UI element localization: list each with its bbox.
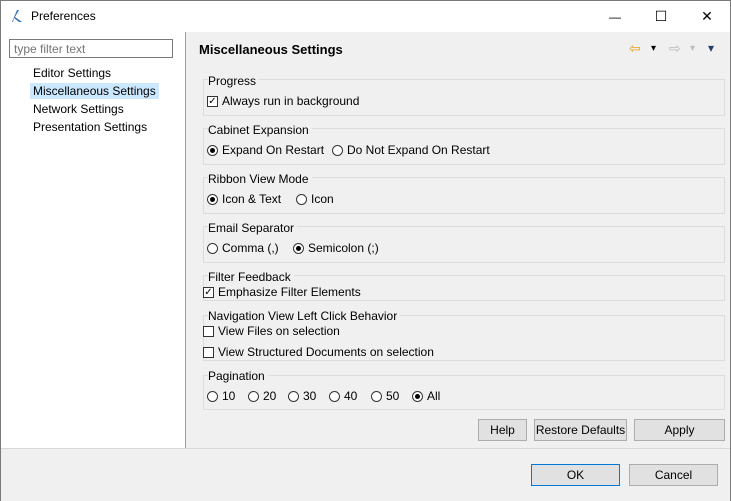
ok-button[interactable]: OK <box>531 464 620 486</box>
settings-content: Progress ✓ Always run in background Cabi… <box>186 65 730 448</box>
checkbox-icon <box>203 346 214 358</box>
radio-icon <box>329 390 340 402</box>
cabinet-expansion-label: Cabinet Expansion <box>208 123 312 137</box>
radio-icon <box>288 390 299 402</box>
comma-radio[interactable]: Comma (,) <box>207 241 279 255</box>
pagination-40-label: 40 <box>344 389 358 403</box>
forward-icon[interactable]: ⇨ <box>669 40 681 57</box>
radio-icon <box>332 144 343 156</box>
apply-button[interactable]: Apply <box>634 419 725 441</box>
pagination-10-label: 10 <box>222 389 236 403</box>
pagination-30-label: 30 <box>303 389 317 403</box>
pagination-group <box>203 375 725 410</box>
tree-item-editor-settings[interactable]: Editor Settings <box>30 65 114 81</box>
view-structured-docs-checkbox[interactable]: View Structured Documents on selection <box>203 345 434 359</box>
forward-dropdown-icon[interactable]: ▾ <box>690 43 695 54</box>
radio-icon <box>296 193 307 205</box>
view-files-label: View Files on selection <box>218 324 340 338</box>
maximize-button[interactable]: ☐ <box>638 1 684 32</box>
title-bar: Preferences — ☐ ✕ <box>1 1 730 32</box>
back-dropdown-icon[interactable]: ▾ <box>651 43 656 54</box>
pagination-50-label: 50 <box>386 389 400 403</box>
radio-icon <box>371 390 382 402</box>
cancel-button[interactable]: Cancel <box>629 464 718 486</box>
minimize-button[interactable]: — <box>592 1 638 32</box>
check-icon: ✓ <box>203 286 214 298</box>
tree-item-network-settings[interactable]: Network Settings <box>30 101 127 117</box>
view-structured-docs-label: View Structured Documents on selection <box>218 345 434 359</box>
window-title: Preferences <box>31 9 96 23</box>
radio-selected-icon <box>207 144 218 156</box>
view-menu-icon[interactable]: ▾ <box>708 41 714 55</box>
pagination-all-radio[interactable]: All <box>412 389 440 403</box>
check-icon: ✓ <box>207 95 218 107</box>
radio-icon <box>207 390 218 402</box>
radio-selected-icon <box>207 193 218 205</box>
tree-item-presentation-settings[interactable]: Presentation Settings <box>30 119 150 135</box>
maximize-icon: ☐ <box>654 8 668 24</box>
pagination-10-radio[interactable]: 10 <box>207 389 235 403</box>
filter-input[interactable] <box>9 39 173 58</box>
radio-selected-icon <box>412 390 423 402</box>
dialog-button-bar: OK Cancel <box>1 448 730 501</box>
app-icon <box>12 10 22 22</box>
view-files-checkbox[interactable]: View Files on selection <box>203 324 340 338</box>
radio-selected-icon <box>293 242 304 254</box>
expand-on-restart-radio[interactable]: Expand On Restart <box>207 143 324 157</box>
help-button[interactable]: Help <box>478 419 527 441</box>
radio-icon <box>248 390 259 402</box>
icon-and-text-radio[interactable]: Icon & Text <box>207 192 281 206</box>
do-not-expand-radio[interactable]: Do Not Expand On Restart <box>332 143 490 157</box>
always-run-background-checkbox[interactable]: ✓ Always run in background <box>207 94 359 108</box>
close-button[interactable]: ✕ <box>684 1 730 32</box>
minimize-icon: — <box>609 9 621 24</box>
navigation-view-label: Navigation View Left Click Behavior <box>208 309 401 323</box>
email-separator-label: Email Separator <box>208 221 298 235</box>
pagination-all-label: All <box>427 389 441 403</box>
icon-and-text-label: Icon & Text <box>222 192 282 206</box>
filter-feedback-label: Filter Feedback <box>208 270 294 284</box>
semicolon-label: Semicolon (;) <box>308 241 379 255</box>
emphasize-filter-checkbox[interactable]: ✓ Emphasize Filter Elements <box>203 285 361 299</box>
icon-only-label: Icon <box>311 192 334 206</box>
emphasize-filter-label: Emphasize Filter Elements <box>218 285 361 299</box>
tree-item-miscellaneous-settings[interactable]: Miscellaneous Settings <box>30 83 159 99</box>
do-not-expand-label: Do Not Expand On Restart <box>347 143 490 157</box>
ribbon-view-mode-label: Ribbon View Mode <box>208 172 312 186</box>
pagination-30-radio[interactable]: 30 <box>288 389 316 403</box>
page-title: Miscellaneous Settings <box>199 42 343 57</box>
page-header: Miscellaneous Settings ⇦ ▾ ⇨ ▾ ▾ <box>186 32 730 66</box>
pagination-50-radio[interactable]: 50 <box>371 389 399 403</box>
pagination-label: Pagination <box>208 369 268 383</box>
restore-defaults-button[interactable]: Restore Defaults <box>534 419 627 441</box>
always-run-background-label: Always run in background <box>222 94 360 108</box>
close-icon: ✕ <box>701 8 713 24</box>
progress-label: Progress <box>208 74 260 88</box>
comma-label: Comma (,) <box>222 241 279 255</box>
icon-only-radio[interactable]: Icon <box>296 192 334 206</box>
preferences-window: Preferences — ☐ ✕ Editor Settings Miscel… <box>0 0 731 501</box>
radio-icon <box>207 242 218 254</box>
pagination-40-radio[interactable]: 40 <box>329 389 357 403</box>
checkbox-icon <box>203 325 214 337</box>
back-icon[interactable]: ⇦ <box>629 40 641 57</box>
pagination-20-radio[interactable]: 20 <box>248 389 276 403</box>
semicolon-radio[interactable]: Semicolon (;) <box>293 241 379 255</box>
pagination-20-label: 20 <box>263 389 277 403</box>
expand-on-restart-label: Expand On Restart <box>222 143 325 157</box>
